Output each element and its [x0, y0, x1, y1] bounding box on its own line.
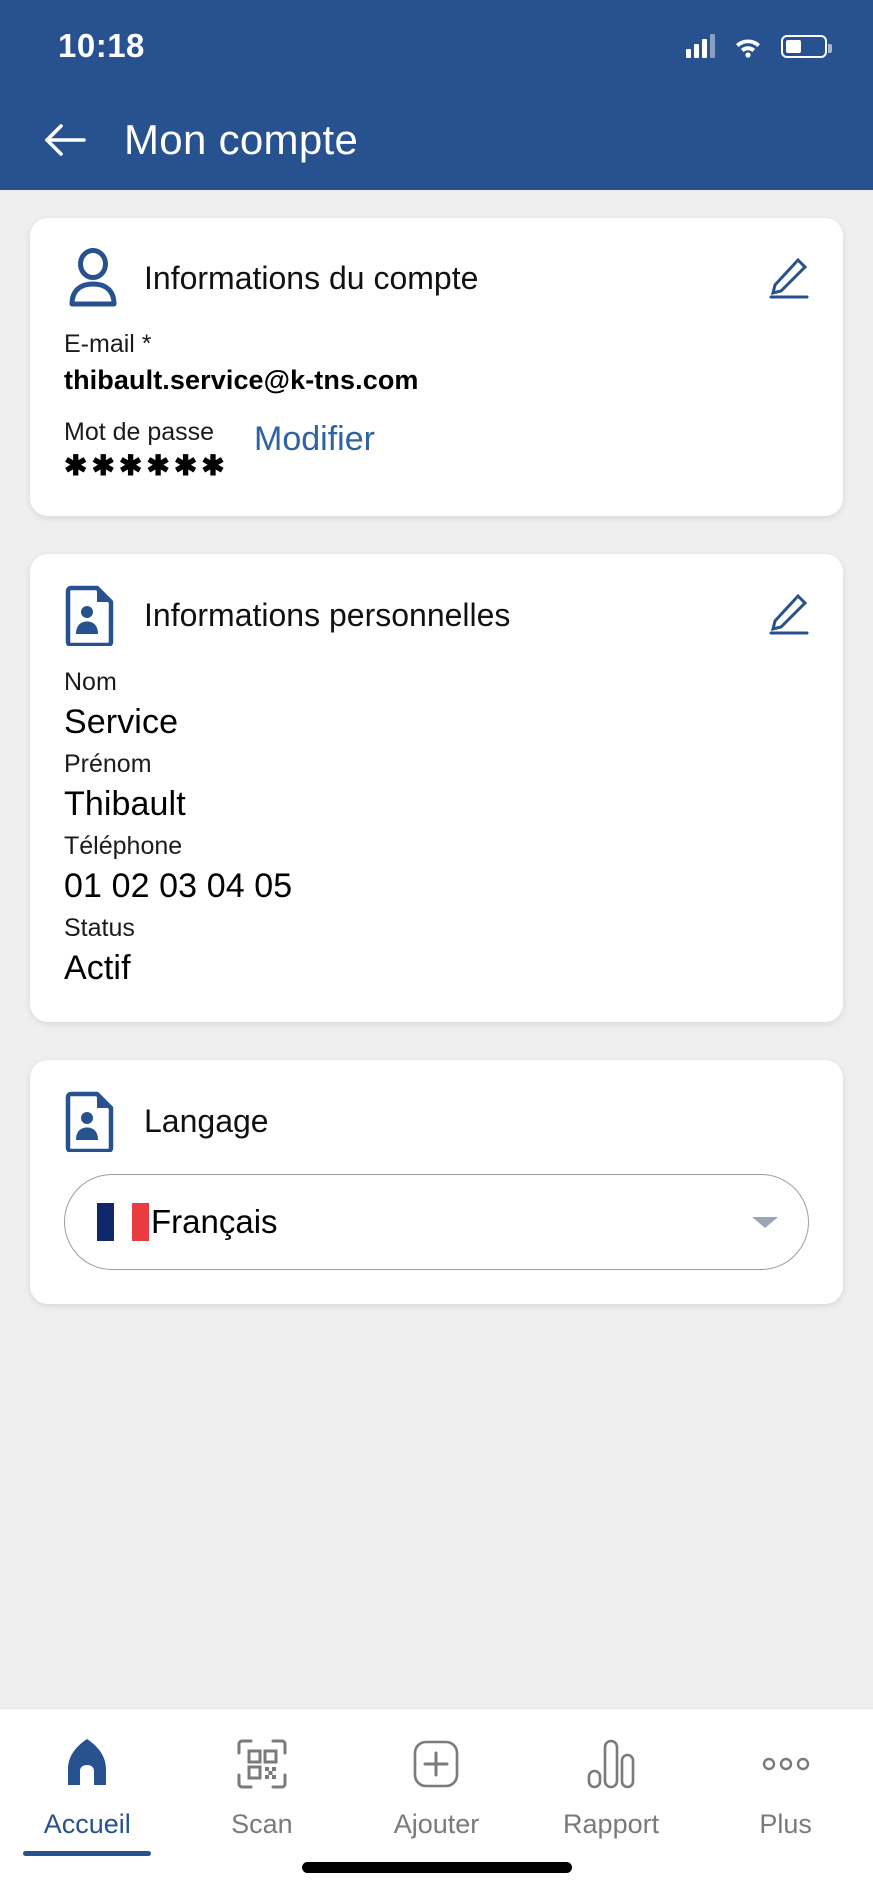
password-masked-value: ✱✱✱✱✱✱	[64, 450, 229, 481]
status-time: 10:18	[58, 27, 145, 64]
home-icon	[58, 1733, 116, 1795]
content-scroll-area: Informations du compte E-mail * thibault…	[0, 190, 873, 1708]
nav-item-plus[interactable]: Plus	[698, 1733, 873, 1840]
bar-chart-icon	[582, 1733, 640, 1795]
nav-item-scan[interactable]: Scan	[175, 1733, 350, 1840]
nav-label-rapport: Rapport	[563, 1809, 660, 1839]
appbar: Mon compte	[0, 92, 873, 188]
nav-item-accueil[interactable]: Accueil	[0, 1733, 175, 1856]
nav-label-ajouter: Ajouter	[393, 1809, 480, 1839]
prenom-label: Prénom	[64, 750, 152, 778]
language-card-title: Langage	[144, 1102, 269, 1139]
arrow-left-icon	[45, 124, 86, 156]
id-card-icon	[64, 1090, 122, 1154]
account-info-card: Informations du compte E-mail * thibault…	[30, 218, 843, 516]
personal-field-telephone: Téléphone 01 02 03 04 05	[64, 832, 809, 906]
prenom-value: Thibault	[64, 785, 186, 823]
language-card: Langage Français	[30, 1060, 843, 1304]
password-left: Mot de passe ✱✱✱✱✱✱	[64, 410, 254, 482]
bottom-navigation: Accueil Scan Ajouter Rapport Plus	[0, 1708, 873, 1895]
password-row: Mot de passe ✱✱✱✱✱✱ Modifier	[64, 410, 809, 482]
id-card-icon	[64, 584, 122, 648]
nom-label: Nom	[64, 668, 117, 696]
status-value: Actif	[64, 949, 131, 987]
nav-label-scan: Scan	[231, 1809, 293, 1839]
edit-account-button[interactable]	[765, 254, 811, 300]
status-bar: 10:18	[0, 0, 873, 92]
france-flag-icon	[97, 1203, 149, 1241]
pencil-edit-icon	[769, 257, 809, 299]
email-value: thibault.service@k-tns.com	[64, 365, 419, 395]
qr-scan-icon	[233, 1733, 291, 1795]
personal-field-nom: Nom Service	[64, 668, 809, 742]
pencil-edit-icon	[769, 593, 809, 635]
account-card-header: Informations du compte	[64, 248, 809, 308]
plus-square-icon	[407, 1733, 465, 1795]
wifi-icon	[733, 34, 763, 58]
person-icon	[64, 248, 122, 308]
personal-info-card: Informations personnelles Nom Service Pr…	[30, 554, 843, 1022]
account-card-title: Informations du compte	[144, 259, 479, 296]
personal-card-header: Informations personnelles	[64, 584, 809, 648]
more-dots-icon	[757, 1733, 815, 1795]
password-label: Mot de passe	[64, 418, 215, 446]
page-title: Mon compte	[124, 116, 359, 163]
telephone-label: Téléphone	[64, 832, 183, 860]
app-header: 10:18 Mon compte	[0, 0, 873, 190]
personal-field-status: Status Actif	[64, 914, 809, 988]
language-select[interactable]: Français	[64, 1174, 809, 1270]
edit-personal-button[interactable]	[765, 590, 811, 636]
nav-active-indicator	[23, 1851, 152, 1856]
chevron-down-icon[interactable]	[752, 1216, 778, 1228]
personal-field-prenom: Prénom Thibault	[64, 750, 809, 824]
language-card-header: Langage	[64, 1090, 809, 1154]
nav-label-plus: Plus	[759, 1809, 812, 1839]
personal-card-title: Informations personnelles	[144, 596, 511, 633]
back-button[interactable]	[42, 120, 88, 160]
change-password-link[interactable]: Modifier	[254, 420, 375, 459]
nav-item-rapport[interactable]: Rapport	[524, 1733, 699, 1840]
nav-item-ajouter[interactable]: Ajouter	[349, 1733, 524, 1840]
status-label: Status	[64, 914, 135, 942]
nom-value: Service	[64, 703, 179, 741]
cellular-signal-icon	[686, 34, 715, 58]
language-selected-value: Français	[151, 1203, 278, 1240]
status-icons	[686, 34, 832, 58]
nav-label-accueil: Accueil	[43, 1809, 131, 1839]
telephone-value: 01 02 03 04 05	[64, 867, 293, 905]
email-label: E-mail *	[64, 330, 152, 358]
home-indicator	[301, 1862, 572, 1873]
battery-icon	[781, 34, 832, 58]
